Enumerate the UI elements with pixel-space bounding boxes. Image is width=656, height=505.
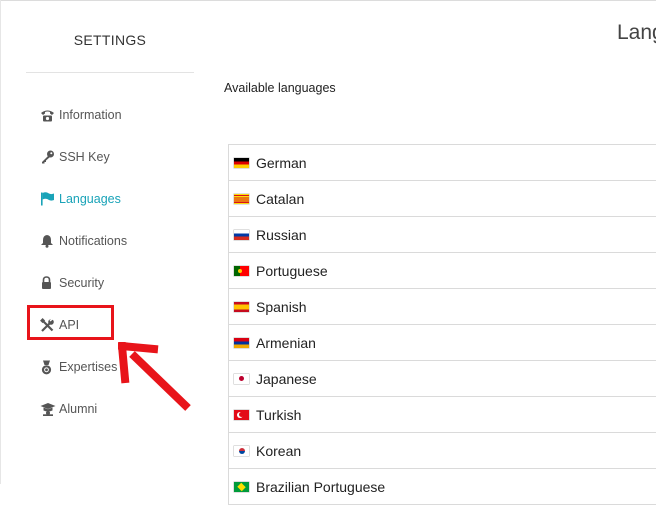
flag-icon	[40, 191, 57, 207]
language-item-german[interactable]: German	[229, 145, 656, 181]
section-label: Available languages	[224, 81, 336, 95]
language-name: Portuguese	[256, 262, 328, 279]
spanish-flag-icon	[234, 301, 249, 312]
language-item-spanish[interactable]: Spanish	[229, 289, 656, 325]
language-item-turkish[interactable]: Turkish	[229, 397, 656, 433]
sidebar-item-label: Information	[59, 108, 122, 122]
language-name: Catalan	[256, 190, 305, 207]
lock-icon	[40, 275, 57, 291]
turkish-flag-icon	[234, 409, 249, 420]
sidebar-item-label: Security	[59, 276, 105, 290]
portuguese-flag-icon	[234, 265, 249, 276]
language-item-russian[interactable]: Russian	[229, 217, 656, 253]
language-name: Brazilian Portuguese	[256, 478, 386, 495]
sidebar-item-expertises[interactable]: Expertises	[40, 356, 117, 378]
japanese-flag-icon	[234, 373, 249, 384]
window-top-border	[0, 0, 656, 1]
sidebar-title: SETTINGS	[73, 32, 147, 48]
language-list: German Catalan Russian Portuguese Spanis…	[228, 144, 656, 505]
language-item-japanese[interactable]: Japanese	[229, 361, 656, 397]
sidebar-item-label: Notifications	[59, 234, 128, 248]
sidebar-item-label: Expertises	[59, 360, 118, 374]
sidebar-item-information[interactable]: Information	[40, 104, 122, 126]
bell-icon	[40, 233, 57, 249]
phone-icon	[40, 107, 57, 123]
key-icon	[40, 149, 57, 165]
sidebar-item-label: SSH Key	[59, 150, 110, 164]
medal-icon	[40, 359, 57, 375]
sidebar-divider	[26, 72, 194, 73]
sidebar-item-ssh-key[interactable]: SSH Key	[40, 146, 110, 168]
language-item-catalan[interactable]: Catalan	[229, 181, 656, 217]
german-flag-icon	[234, 157, 249, 168]
language-item-armenian[interactable]: Armenian	[229, 325, 656, 361]
graduation-cap-icon	[40, 401, 57, 417]
language-name: German	[256, 154, 307, 171]
api-highlight-box	[27, 305, 114, 340]
korean-flag-icon	[234, 445, 249, 456]
red-arrow-annotation	[118, 342, 191, 411]
sidebar-item-notifications[interactable]: Notifications	[40, 230, 127, 252]
armenian-flag-icon	[234, 337, 249, 348]
language-item-brazilian-portuguese[interactable]: Brazilian Portuguese	[229, 469, 656, 505]
language-name: Korean	[256, 442, 302, 459]
language-name: Spanish	[256, 298, 307, 315]
russian-flag-icon	[234, 229, 249, 240]
language-name: Japanese	[256, 370, 317, 387]
language-name: Armenian	[256, 334, 316, 351]
catalan-flag-icon	[234, 193, 249, 204]
sidebar-item-label: Languages	[59, 192, 121, 206]
sidebar-item-security[interactable]: Security	[40, 272, 104, 294]
language-item-portuguese[interactable]: Portuguese	[229, 253, 656, 289]
sidebar-item-languages[interactable]: Languages	[40, 188, 121, 210]
sidebar-item-alumni[interactable]: Alumni	[40, 398, 97, 420]
brazilian-flag-icon	[234, 481, 249, 492]
language-name: Turkish	[256, 406, 302, 423]
language-name: Russian	[256, 226, 307, 243]
sidebar-item-label: Alumni	[59, 402, 98, 416]
page-title: Lang	[617, 21, 656, 44]
window-left-border	[0, 0, 1, 484]
language-item-korean[interactable]: Korean	[229, 433, 656, 469]
